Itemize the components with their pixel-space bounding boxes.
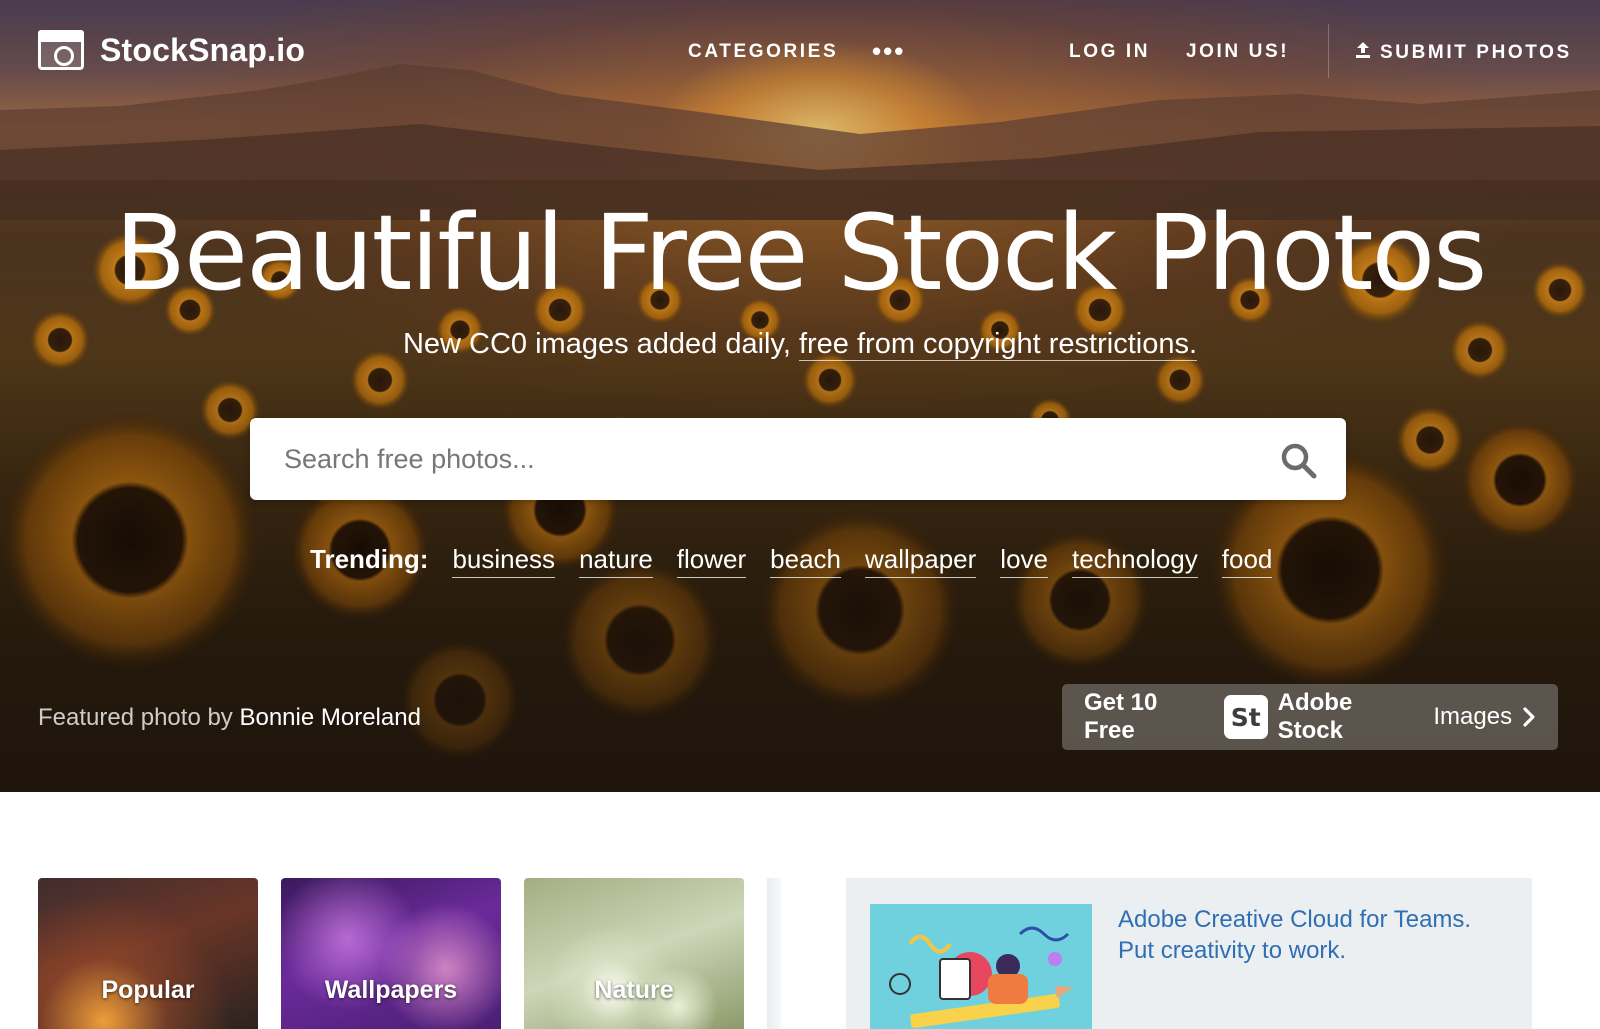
search-bar — [250, 418, 1346, 500]
search-icon[interactable] — [1280, 442, 1318, 480]
category-card-partial[interactable] — [767, 878, 781, 1029]
category-card-popular[interactable]: Popular — [38, 878, 258, 1029]
nav-join[interactable]: JOIN US! — [1186, 41, 1289, 63]
search-input[interactable] — [284, 418, 1234, 500]
trending-tag[interactable]: flower — [676, 544, 747, 578]
adobe-suffix: Images — [1433, 703, 1513, 730]
adobe-brand: Adobe Stock — [1277, 689, 1353, 744]
top-nav: StockSnap.io CATEGORIES ••• LOG IN JOIN … — [0, 0, 1600, 104]
hero-subheading: New CC0 images added daily, free from co… — [0, 328, 1600, 361]
trending-tag[interactable]: beach — [770, 544, 841, 578]
nav-divider — [1328, 24, 1329, 78]
featured-credit: Featured photo by Bonnie Moreland — [38, 704, 421, 732]
trending-tag[interactable]: business — [452, 544, 556, 578]
hero-banner — [0, 0, 1600, 792]
nav-login[interactable]: LOG IN — [1069, 41, 1150, 63]
trending-tag[interactable]: nature — [579, 544, 653, 578]
logo[interactable]: StockSnap.io — [38, 30, 305, 70]
ad-illustration — [870, 904, 1092, 1029]
advertisement[interactable]: Adobe Creative Cloud for Teams. Put crea… — [846, 878, 1532, 1029]
trending-tag[interactable]: love — [1000, 544, 1048, 578]
adobe-stock-logo-icon: St — [1223, 695, 1268, 739]
trending-tags: Trending: business nature flower beach w… — [310, 544, 1273, 578]
brand-name: StockSnap.io — [100, 31, 306, 68]
camera-icon — [38, 30, 84, 70]
category-label: Wallpapers — [324, 976, 458, 1004]
ad-line-1: Adobe Creative Cloud for Teams. — [1118, 906, 1472, 933]
adobe-stock-button[interactable]: Get 10 Free St Adobe Stock Images — [1062, 684, 1558, 750]
nav-submit-photos[interactable]: SUBMIT PHOTOS — [1354, 41, 1572, 64]
trending-tag[interactable]: food — [1221, 544, 1273, 578]
category-label: Popular — [101, 976, 195, 1004]
nav-categories[interactable]: CATEGORIES — [688, 41, 838, 63]
category-card-nature[interactable]: Nature — [524, 878, 744, 1029]
chevron-right-icon — [1523, 707, 1535, 727]
adobe-prefix: Get 10 Free — [1084, 689, 1158, 744]
featured-prefix: Featured photo by — [38, 704, 240, 731]
more-menu-icon[interactable]: ••• — [872, 36, 905, 67]
nav-submit-label: SUBMIT PHOTOS — [1380, 42, 1572, 63]
category-label: Nature — [594, 976, 674, 1004]
hero-headline: Beautiful Free Stock Photos — [114, 192, 1488, 314]
hero-sub-text: New CC0 images added daily, — [402, 328, 799, 360]
trending-tag[interactable]: technology — [1072, 544, 1198, 578]
hero-overlay — [0, 0, 1600, 792]
ad-copy[interactable]: Adobe Creative Cloud for Teams. Put crea… — [1118, 904, 1471, 966]
photographer-link[interactable]: Bonnie Moreland — [239, 704, 420, 731]
upload-icon — [1356, 42, 1370, 58]
trending-label: Trending: — [310, 544, 429, 574]
trending-tag[interactable]: wallpaper — [865, 544, 977, 578]
license-link[interactable]: free from copyright restrictions. — [798, 328, 1198, 361]
ad-line-2: Put creativity to work. — [1118, 937, 1347, 964]
category-card-wallpapers[interactable]: Wallpapers — [281, 878, 501, 1029]
